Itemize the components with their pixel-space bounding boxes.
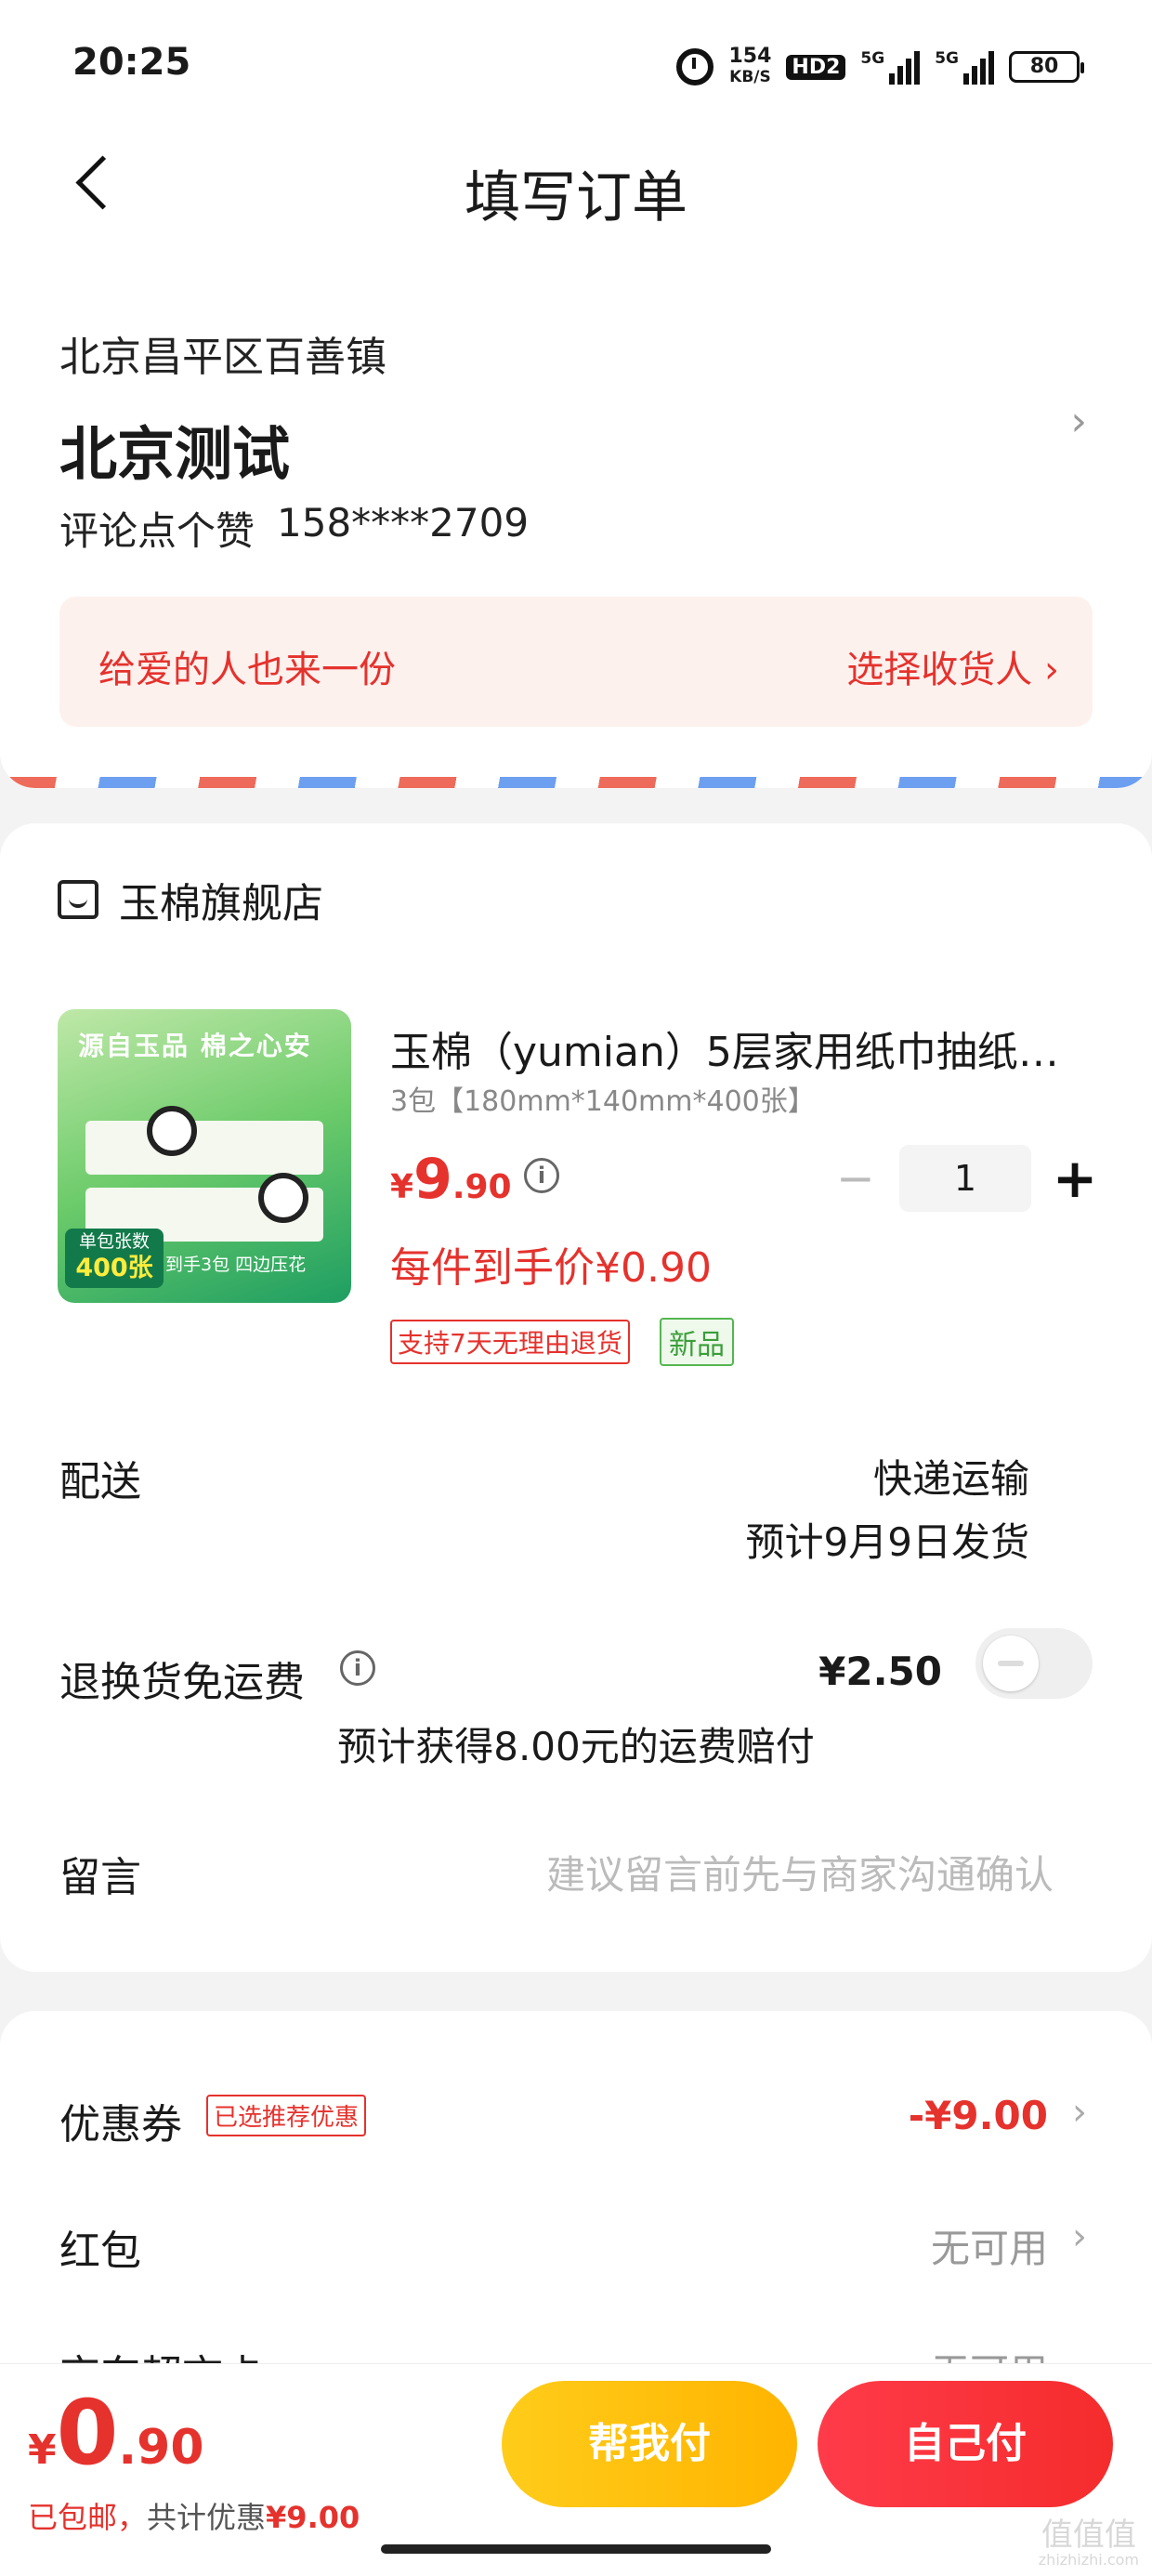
signal-icon-2: 5G — [935, 49, 994, 85]
select-receiver-link[interactable]: 选择收货人 › — [846, 639, 1059, 693]
panda-icon — [147, 1106, 197, 1156]
gift-text: 给爱的人也来一份 — [98, 649, 396, 691]
store-header[interactable]: 玉棉旗舰店 — [58, 870, 323, 929]
shipping-label: 配送 — [59, 1458, 141, 1505]
decrease-button[interactable]: − — [832, 1151, 879, 1205]
product-price: ¥ 9 .90 — [390, 1147, 512, 1212]
watermark: 值值值 zhizhizhi.com — [1038, 2517, 1139, 2569]
address-card[interactable]: 北京昌平区百善镇 北京测试 评论点个赞 158****2709 › 给爱的人也来… — [0, 242, 1152, 788]
message-input[interactable]: 建议留言前先与商家沟通确认 — [546, 1844, 1054, 1900]
address-contact: 评论点个赞 158****2709 — [59, 500, 529, 557]
status-bar: 20:25 154 KB/S HD2 5G 5G 80 — [0, 0, 1152, 130]
contact-phone: 158****2709 — [277, 500, 530, 545]
return-insurance-fee: ¥2.50 — [818, 1649, 942, 1694]
thumb-slogan: 源自玉品 棉之心安 — [78, 1031, 312, 1061]
battery-icon: 80 — [1009, 51, 1084, 83]
quantity-stepper: − 1 + — [832, 1145, 1098, 1212]
shipping-eta: 预计9月9日发货 — [745, 1519, 1029, 1565]
price-info-icon[interactable]: i — [524, 1158, 559, 1193]
thumb-strip: 到手3包 四边压花 — [165, 1255, 307, 1275]
return-insurance-note: 预计获得8.00元的运费赔付 — [337, 1724, 815, 1769]
help-pay-button[interactable]: 帮我付 — [502, 2381, 797, 2507]
gift-banner[interactable]: 给爱的人也来一份 选择收货人 › — [59, 597, 1093, 727]
home-indicator[interactable] — [381, 2544, 771, 2554]
signal-icon: 5G — [860, 49, 921, 85]
chevron-right-icon[interactable]: › — [1072, 2215, 1087, 2258]
alarm-icon — [676, 48, 714, 85]
quantity-input[interactable]: 1 — [899, 1145, 1031, 1212]
address-region: 北京昌平区百善镇 — [59, 334, 386, 381]
product-title[interactable]: 玉棉（yumian）5层家用纸巾抽纸整箱 — [390, 1019, 1096, 1078]
address-name: 北京测试 — [59, 420, 291, 488]
redpacket-label: 红包 — [59, 2228, 141, 2275]
product-spec[interactable]: 3包【180mm*140mm*400张】 — [390, 1078, 816, 1119]
toggle-knob — [983, 1636, 1039, 1691]
coupon-label: 优惠券 — [59, 2101, 182, 2149]
hd-icon: HD2 — [786, 54, 846, 80]
nav-bar: 填写订单 — [0, 130, 1152, 242]
return-insurance-toggle[interactable] — [975, 1628, 1093, 1699]
coupon-value[interactable]: -¥9.00 — [909, 2093, 1048, 2138]
envelope-stripe — [0, 777, 1152, 788]
store-card: 玉棉旗舰店 源自玉品 棉之心安 单包张数 400张 到手3包 四边压花 玉棉（y… — [0, 823, 1152, 1972]
increase-button[interactable]: + — [1052, 1147, 1098, 1210]
store-name: 玉棉旗舰店 — [119, 880, 323, 927]
product-image[interactable]: 源自玉品 棉之心安 单包张数 400张 到手3包 四边压花 — [58, 1009, 351, 1303]
net-speed: 154 KB/S — [728, 45, 772, 87]
contact-name: 评论点个赞 — [59, 508, 255, 554]
saving-summary: 已包邮，共计优惠¥9.00 — [28, 2500, 360, 2535]
page-title: 填写订单 — [465, 165, 687, 230]
coupon-tag: 已选推荐优惠 — [206, 2095, 367, 2136]
return-policy-tag: 支持7天无理由退货 — [390, 1320, 630, 1364]
thumb-box-1 — [85, 1121, 323, 1175]
chevron-right-icon[interactable]: › — [1072, 2091, 1087, 2134]
new-product-tag: 新品 — [660, 1318, 734, 1366]
chevron-right-icon[interactable]: › — [1070, 398, 1087, 445]
return-insurance-label: 退换货免运费 — [59, 1659, 305, 1706]
status-time: 20:25 — [72, 41, 191, 84]
store-icon — [58, 880, 98, 919]
status-icons: 154 KB/S HD2 5G 5G 80 — [676, 41, 1084, 93]
thumb-badge: 单包张数 400张 — [65, 1229, 164, 1288]
total-price: ¥ 0 .90 — [28, 2381, 204, 2485]
return-info-icon[interactable]: i — [340, 1650, 375, 1686]
message-label: 留言 — [59, 1854, 141, 1901]
redpacket-value[interactable]: 无可用 — [931, 2217, 1048, 2274]
shipping-method[interactable]: 快递运输 — [873, 1448, 1029, 1505]
unit-price: 每件到手价¥0.90 — [390, 1244, 712, 1292]
self-pay-button[interactable]: 自己付 — [818, 2381, 1113, 2507]
panda-icon-2 — [258, 1173, 308, 1223]
